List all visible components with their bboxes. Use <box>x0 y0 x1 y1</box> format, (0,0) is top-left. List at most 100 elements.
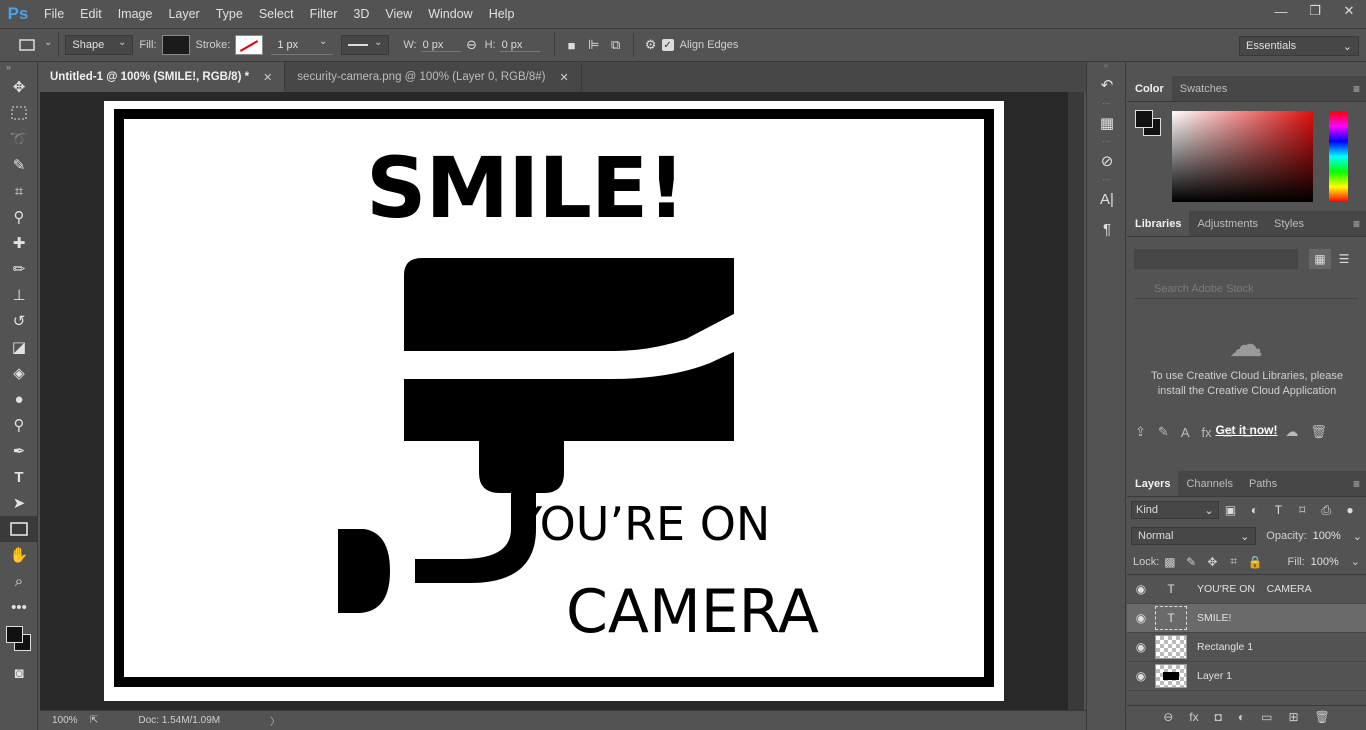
clone-stamp-tool-icon[interactable]: ⊥ <box>0 282 38 308</box>
tab-swatches[interactable]: Swatches <box>1172 76 1236 101</box>
lock-all-icon[interactable]: 🔒 <box>1244 555 1265 569</box>
healing-brush-tool-icon[interactable]: ✚ <box>0 230 38 256</box>
quick-mask-icon[interactable]: ◙ <box>0 660 38 686</box>
type-tool-icon[interactable]: T <box>0 464 38 490</box>
menu-3d[interactable]: 3D <box>345 0 377 28</box>
type-filter-icon[interactable]: T <box>1266 503 1290 517</box>
close-icon[interactable]: ✕ <box>559 71 568 84</box>
dodge-tool-icon[interactable]: ⚲ <box>0 412 38 438</box>
menu-filter[interactable]: Filter <box>302 0 346 28</box>
menu-view[interactable]: View <box>377 0 420 28</box>
adjustment-filter-icon[interactable]: ◐ <box>1243 503 1267 517</box>
layer-mask-icon[interactable]: ◘ <box>1215 710 1222 724</box>
crop-tool-icon[interactable]: ⌗ <box>0 178 38 204</box>
tab-channels[interactable]: Channels <box>1178 471 1240 496</box>
menu-type[interactable]: Type <box>208 0 251 28</box>
menu-layer[interactable]: Layer <box>160 0 207 28</box>
square-icon[interactable]: □ <box>1224 425 1232 440</box>
path-selection-tool-icon[interactable]: ➤ <box>0 490 38 516</box>
filter-toggle-icon[interactable]: ● <box>1338 503 1362 517</box>
document-canvas[interactable]: SMILE! YOU’RE ON CAMERA <box>104 101 1004 701</box>
marquee-tool-icon[interactable] <box>0 100 38 126</box>
move-tool-icon[interactable]: ✥ <box>0 74 38 100</box>
lock-image-icon[interactable]: ✎ <box>1181 555 1202 569</box>
path-alignment-icon[interactable]: ⊫ <box>583 34 605 56</box>
tab-libraries[interactable]: Libraries <box>1127 211 1190 236</box>
quick-selection-tool-icon[interactable]: ✎ <box>0 152 38 178</box>
fx-icon[interactable]: fx <box>1189 710 1198 724</box>
properties-panel-icon[interactable]: ▦ <box>1087 108 1127 138</box>
zoom-tool-icon[interactable]: ⌕ <box>0 568 38 594</box>
menu-file[interactable]: File <box>36 0 72 28</box>
workspace-dropdown[interactable]: Essentials ⌄ <box>1239 36 1359 56</box>
link-layers-icon[interactable]: ⊖ <box>1163 710 1173 724</box>
eye-icon[interactable]: ◉ <box>1127 611 1155 625</box>
eye-icon[interactable]: ◉ <box>1127 640 1155 654</box>
pixel-filter-icon[interactable]: ▣ <box>1219 503 1243 517</box>
grid-view-icon[interactable]: ▦ <box>1309 249 1331 269</box>
lock-position-icon[interactable]: ✥ <box>1202 555 1223 569</box>
hand-tool-icon[interactable]: ✋ <box>0 542 38 568</box>
tab-paths[interactable]: Paths <box>1241 471 1285 496</box>
chevron-down-icon[interactable]: ⌄ <box>1353 530 1362 543</box>
panel-menu-icon[interactable]: ≡ <box>1353 82 1360 96</box>
foreground-color-swatch[interactable] <box>6 626 23 643</box>
history-brush-tool-icon[interactable]: ↺ <box>0 308 38 334</box>
tool-preset-dropdown[interactable] <box>38 39 52 51</box>
rectangle-tool-preset-icon[interactable] <box>16 34 38 56</box>
more-tools-icon[interactable]: ••• <box>0 594 38 620</box>
width-field[interactable]: 0 px <box>420 39 461 52</box>
stock-search-input[interactable]: Search Adobe Stock <box>1134 279 1358 299</box>
menu-select[interactable]: Select <box>251 0 302 28</box>
status-menu-arrow[interactable]: 〉 <box>270 713 280 728</box>
minimize-button[interactable]: — <box>1264 0 1298 22</box>
lasso-tool-icon[interactable]: ➰ <box>0 126 38 152</box>
share-icon[interactable]: ⇱ <box>90 715 98 726</box>
eyedropper-tool-icon[interactable]: ⚲ <box>0 204 38 230</box>
history-panel-icon[interactable]: ↶ <box>1087 70 1127 100</box>
menu-help[interactable]: Help <box>481 0 523 28</box>
new-group-icon[interactable]: ▭ <box>1261 710 1272 724</box>
foreground-background-colors[interactable] <box>0 620 38 660</box>
menu-image[interactable]: Image <box>110 0 161 28</box>
menu-edit[interactable]: Edit <box>72 0 110 28</box>
text-icon[interactable]: A <box>1181 425 1190 440</box>
align-edges-checkbox[interactable]: ✓ <box>661 39 674 51</box>
trash-icon[interactable]: 🗑 <box>1315 710 1330 724</box>
tab-adjustments[interactable]: Adjustments <box>1189 211 1266 236</box>
shape-mode-dropdown[interactable]: Shape <box>65 35 134 55</box>
panel-menu-icon[interactable]: ≡ <box>1353 477 1360 491</box>
library-dropdown[interactable] <box>1134 249 1298 269</box>
gear-icon[interactable]: ⚙ <box>640 34 662 56</box>
layer-row[interactable]: ◉ Layer 1 <box>1127 662 1366 691</box>
smart-object-filter-icon[interactable]: ⎙ <box>1314 503 1338 518</box>
character-panel-icon[interactable]: A| <box>1087 184 1127 214</box>
brush-icon[interactable]: ✎ <box>1158 424 1169 440</box>
brush-tool-icon[interactable]: ✏ <box>0 256 38 282</box>
square-outline-icon[interactable]: □ <box>1243 425 1251 440</box>
fill-field[interactable]: 100% <box>1311 556 1339 568</box>
upload-icon[interactable]: ⇪ <box>1135 424 1146 440</box>
layer-row[interactable]: ◉ Rectangle 1 <box>1127 633 1366 662</box>
zoom-level[interactable]: 100% <box>40 715 90 726</box>
hue-slider[interactable] <box>1329 111 1348 202</box>
pen-tool-icon[interactable]: ✒ <box>0 438 38 464</box>
lock-transparent-icon[interactable]: ▩ <box>1159 555 1180 569</box>
eye-icon[interactable]: ◉ <box>1127 669 1155 683</box>
cloud-sync-icon[interactable]: ☁ <box>1285 424 1298 440</box>
toolbar-collapse-icon[interactable]: » <box>0 62 37 74</box>
adjustment-layer-icon[interactable]: ◐ <box>1238 710 1245 724</box>
path-arrangement-icon[interactable]: ⧉ <box>605 34 627 56</box>
new-layer-icon[interactable]: ⊞ <box>1288 710 1298 724</box>
blend-mode-dropdown[interactable]: Normal ⌄ <box>1131 527 1257 545</box>
paragraph-panel-icon[interactable]: ¶ <box>1087 214 1127 244</box>
stroke-type-dropdown[interactable] <box>341 35 390 55</box>
trash-icon[interactable]: 🗑 <box>1310 424 1327 440</box>
paint-bucket-tool-icon[interactable]: ◈ <box>0 360 38 386</box>
path-operations-icon[interactable]: ■ <box>561 34 583 56</box>
blur-tool-icon[interactable]: ● <box>0 386 38 412</box>
menu-window[interactable]: Window <box>420 0 480 28</box>
stroke-swatch[interactable] <box>235 35 264 55</box>
close-button[interactable]: ✕ <box>1332 0 1366 22</box>
rectangle-tool-icon[interactable] <box>0 516 38 542</box>
